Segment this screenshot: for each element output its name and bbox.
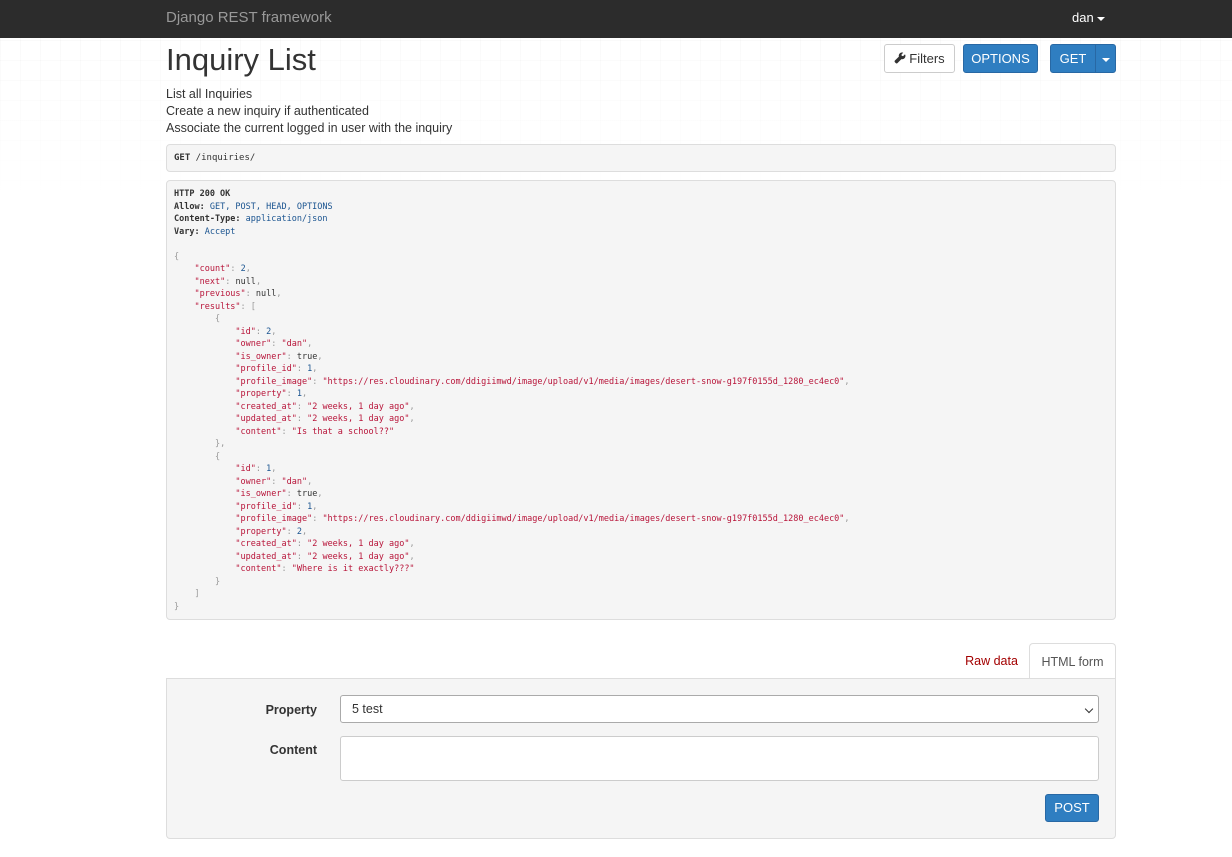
json-line: "content": "Where is it exactly???" [235,564,415,574]
content-textarea[interactable] [340,736,1099,781]
html-form-panel: Property 5 test Content POST [166,678,1116,839]
json-line: } [214,576,221,587]
json-line: "content": "Is that a school??" [235,426,395,437]
form-tabs: Raw data HTML form [166,643,1116,679]
filters-label: Filters [909,51,945,66]
json-line: "property": 1, [235,389,308,399]
json-line: "owner": "dan", [235,476,313,487]
json-line: "id": 1, [235,464,277,474]
json-line: "count": 2, [194,264,251,274]
tab-html-form[interactable]: HTML form [1029,643,1116,679]
description-line: Create a new inquiry if authenticated [166,104,369,118]
caret-down-icon [1101,57,1110,62]
get-format-dropdown[interactable] [1095,44,1116,73]
navbar: Django REST framework dan [0,0,1232,38]
json-line: "profile_id": 1, [235,501,318,512]
response-status: HTTP 200 OK [174,189,231,199]
description-line: List all Inquiries [166,87,253,101]
json-line: "id": 2, [235,326,277,337]
brand-link[interactable]: Django REST framework [166,9,332,26]
filters-button[interactable]: Filters [884,44,955,73]
user-dropdown[interactable]: dan [1072,10,1105,25]
property-label: Property [265,703,317,717]
content-label: Content [269,743,317,757]
json-line: "next": null, [194,276,262,287]
wrench-icon [894,52,906,64]
json-line: "updated_at": "2 weeks, 1 day ago", [235,414,415,424]
chevron-down-icon [1084,704,1094,714]
json-line: "profile_image": "https://res.cloudinary… [235,514,850,524]
json-line: "profile_image": "https://res.cloudinary… [235,376,850,387]
json-line: "profile_id": 1, [235,364,318,374]
json-line: }, [214,439,226,449]
json-line: "owner": "dan", [235,339,313,349]
request-info: GET /inquiries/ [166,144,1116,172]
request-method: GET [174,153,191,163]
get-button[interactable]: GET [1050,44,1096,73]
json-line: "updated_at": "2 weeks, 1 day ago", [235,551,415,562]
json-line: "is_owner": true, [235,489,323,499]
user-name: dan [1072,10,1094,25]
response-info: HTTP 200 OK Allow: GET, POST, HEAD, OPTIO… [166,180,1116,620]
page-description: List all Inquiries Create a new inquiry … [166,86,452,137]
property-select[interactable]: 5 test [340,695,1099,723]
tab-raw-data[interactable]: Raw data [955,643,1028,679]
response-header: Vary: Accept [174,226,236,237]
page-title: Inquiry List [166,42,316,77]
json-line: "is_owner": true, [235,351,323,362]
options-button[interactable]: OPTIONS [963,44,1038,73]
json-line: ] [194,589,200,599]
json-line: } [174,601,180,612]
description-line: Associate the current logged in user wit… [166,121,453,135]
caret-down-icon [1096,16,1105,21]
response-header: Allow: GET, POST, HEAD, OPTIONS [174,201,333,212]
request-path: /inquiries/ [190,153,256,163]
json-line: "created_at": "2 weeks, 1 day ago", [235,401,415,412]
post-button[interactable]: POST [1045,794,1099,822]
json-line: "property": 2, [235,526,308,537]
json-line: { [214,451,221,462]
json-line: { [174,251,180,262]
json-line: "results": [ [194,301,256,312]
property-select-value: 5 test [352,702,383,716]
response-header: Content-Type: application/json [174,214,328,224]
json-line: "created_at": "2 weeks, 1 day ago", [235,539,415,549]
json-line: { [214,314,221,324]
json-line: "previous": null, [194,289,282,299]
